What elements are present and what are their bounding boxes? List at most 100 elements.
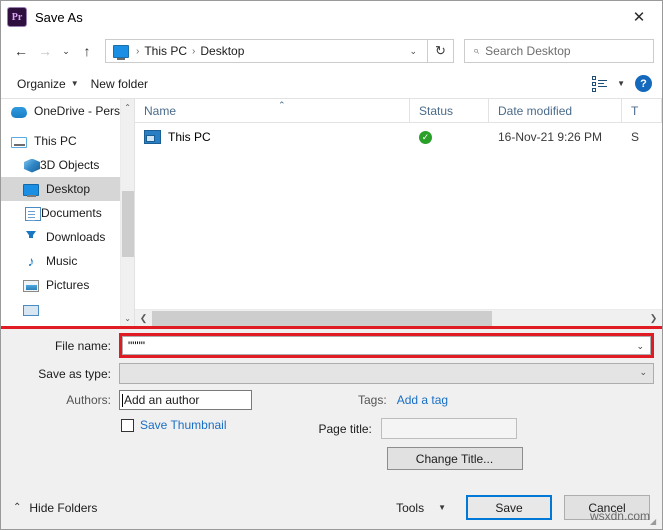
- add-tag-link[interactable]: Add a tag: [397, 393, 448, 407]
- save-button[interactable]: Save: [466, 495, 552, 520]
- sidebar-item-label: 3D Objects: [40, 158, 100, 172]
- address-bar[interactable]: › This PC › Desktop ⌄: [105, 39, 428, 63]
- new-folder-label: New folder: [90, 76, 148, 91]
- authors-row: Authors: Add an author Tags: Add a tag: [1, 390, 662, 410]
- documents-icon: [25, 206, 41, 221]
- scrollbar-track[interactable]: [152, 310, 645, 327]
- forward-button[interactable]: →: [33, 38, 57, 64]
- filename-value: """": [128, 338, 146, 353]
- savetype-select[interactable]: ⌄: [119, 363, 654, 384]
- view-options-icon[interactable]: [592, 75, 608, 92]
- file-name: This PC: [168, 130, 211, 144]
- chevron-down-icon: ▼: [70, 79, 79, 88]
- file-list-pane: Name Status Date modified T ⌃ This PC ✓ …: [134, 98, 662, 326]
- breadcrumb-separator: ›: [192, 45, 196, 57]
- downloads-icon: [23, 229, 39, 245]
- filename-input[interactable]: """" ⌄: [122, 336, 651, 355]
- resize-grip[interactable]: ◢: [650, 517, 660, 527]
- sidebar-item-this-pc[interactable]: This PC: [1, 129, 120, 153]
- scrollbar-thumb[interactable]: [152, 310, 492, 326]
- command-bar: Organize ▼ New folder ▼ ?: [1, 69, 662, 99]
- command-bar-right: ▼ ?: [592, 75, 652, 92]
- chevron-down-icon: ▼: [438, 503, 446, 512]
- sidebar-item-onedrive[interactable]: OneDrive - Person: [1, 99, 120, 123]
- filename-label: File name:: [54, 338, 111, 353]
- pictures-icon: [23, 280, 39, 292]
- authors-placeholder: Add an author: [124, 393, 200, 407]
- 3d-objects-icon: [24, 158, 40, 173]
- thumbnail-and-title-block: Save Thumbnail Page title: Change Title.…: [1, 418, 662, 470]
- save-thumbnail-checkbox[interactable]: Save Thumbnail: [121, 418, 227, 432]
- column-header-name[interactable]: Name: [135, 98, 410, 123]
- checkbox-box[interactable]: [121, 418, 134, 432]
- chevron-down-icon: ⌄: [639, 367, 647, 377]
- authors-input[interactable]: Add an author: [119, 390, 252, 410]
- videos-icon: [23, 304, 39, 316]
- sidebar-item-label: This PC: [34, 134, 77, 148]
- sidebar-item-desktop[interactable]: Desktop: [1, 177, 121, 201]
- this-pc-icon: [144, 130, 161, 144]
- sidebar-scrollbar[interactable]: ⌃ ⌄: [120, 99, 137, 326]
- organize-button[interactable]: Organize ▼: [11, 74, 85, 94]
- this-pc-icon: [11, 136, 27, 148]
- page-title-group: Page title: Change Title...: [319, 418, 523, 470]
- chevron-down-icon[interactable]: ⌄: [636, 341, 644, 352]
- file-list: This PC ✓ 16-Nov-21 9:26 PM S: [135, 123, 662, 309]
- savetype-row: Save as type: ⌄: [1, 363, 662, 384]
- search-icon: ⌕: [473, 44, 480, 57]
- sidebar-item-music[interactable]: ♪ Music: [1, 249, 120, 273]
- scroll-left-icon[interactable]: ❮: [135, 310, 152, 327]
- chevron-down-icon[interactable]: ⌄: [401, 46, 425, 57]
- window-title: Save As: [35, 9, 83, 25]
- sidebar-item-documents[interactable]: Documents: [1, 201, 120, 225]
- scroll-right-icon[interactable]: ❯: [645, 310, 662, 327]
- up-button[interactable]: ↑: [75, 38, 99, 64]
- horizontal-scrollbar[interactable]: ❮ ❯: [135, 309, 662, 326]
- view-dropdown-icon[interactable]: ▼: [617, 79, 625, 88]
- sidebar-item-label: Music: [46, 254, 78, 268]
- authors-label: Authors:: [66, 393, 111, 407]
- text-cursor: [122, 393, 123, 407]
- tools-button[interactable]: Tools ▼: [388, 497, 454, 519]
- column-header-type[interactable]: T: [622, 98, 662, 123]
- column-header-status[interactable]: Status: [410, 98, 489, 123]
- music-icon: ♪: [27, 253, 35, 269]
- title-bar: Pr Save As ✕: [1, 1, 662, 33]
- help-icon[interactable]: ?: [635, 75, 652, 92]
- scroll-up-icon[interactable]: ⌃: [121, 99, 134, 115]
- table-row[interactable]: This PC ✓ 16-Nov-21 9:26 PM S: [135, 123, 662, 151]
- hide-folders-button[interactable]: ⌃ Hide Folders: [13, 501, 97, 515]
- scroll-down-icon[interactable]: ⌄: [121, 310, 134, 326]
- onedrive-icon: [11, 107, 27, 118]
- desktop-icon: [23, 184, 39, 197]
- sidebar-item-videos[interactable]: [1, 297, 120, 321]
- savetype-label: Save as type:: [38, 366, 111, 381]
- recent-locations-button[interactable]: ⌄: [57, 38, 75, 64]
- sidebar-item-label: Desktop: [46, 182, 91, 196]
- file-date-modified: 16-Nov-21 9:26 PM: [498, 130, 603, 144]
- sidebar-item-label: Documents: [41, 206, 102, 220]
- dialog-footer: ⌃ Hide Folders Tools ▼ Save Cancel wsxdn…: [1, 486, 662, 529]
- breadcrumb-item-desktop[interactable]: Desktop: [198, 44, 246, 58]
- back-button[interactable]: ←: [9, 38, 33, 64]
- sidebar-item-pictures[interactable]: Pictures: [1, 273, 120, 297]
- this-pc-icon: [113, 44, 129, 60]
- sidebar-item-label: Downloads: [46, 230, 106, 244]
- refresh-icon[interactable]: ↻: [428, 39, 454, 63]
- change-title-button[interactable]: Change Title...: [386, 447, 523, 470]
- filename-row: File name: """" ⌄: [1, 333, 662, 358]
- organize-label: Organize: [17, 76, 66, 91]
- column-header-date-modified[interactable]: Date modified: [489, 98, 622, 123]
- sidebar-item-label: OneDrive - Person: [34, 104, 121, 118]
- new-folder-button[interactable]: New folder: [85, 74, 154, 94]
- sidebar-item-downloads[interactable]: Downloads: [1, 225, 120, 249]
- search-input[interactable]: ⌕ Search Desktop: [464, 39, 654, 63]
- sidebar-item-3d-objects[interactable]: 3D Objects: [1, 153, 120, 177]
- sort-indicator-icon: ⌃: [278, 100, 286, 110]
- breadcrumb-item-this-pc[interactable]: This PC: [142, 44, 189, 58]
- page-title-input[interactable]: [380, 418, 517, 439]
- sidebar-item-label: Pictures: [46, 278, 90, 292]
- close-icon[interactable]: ✕: [616, 1, 662, 33]
- breadcrumb-separator: ›: [136, 45, 140, 57]
- filename-highlight: """" ⌄: [119, 333, 654, 358]
